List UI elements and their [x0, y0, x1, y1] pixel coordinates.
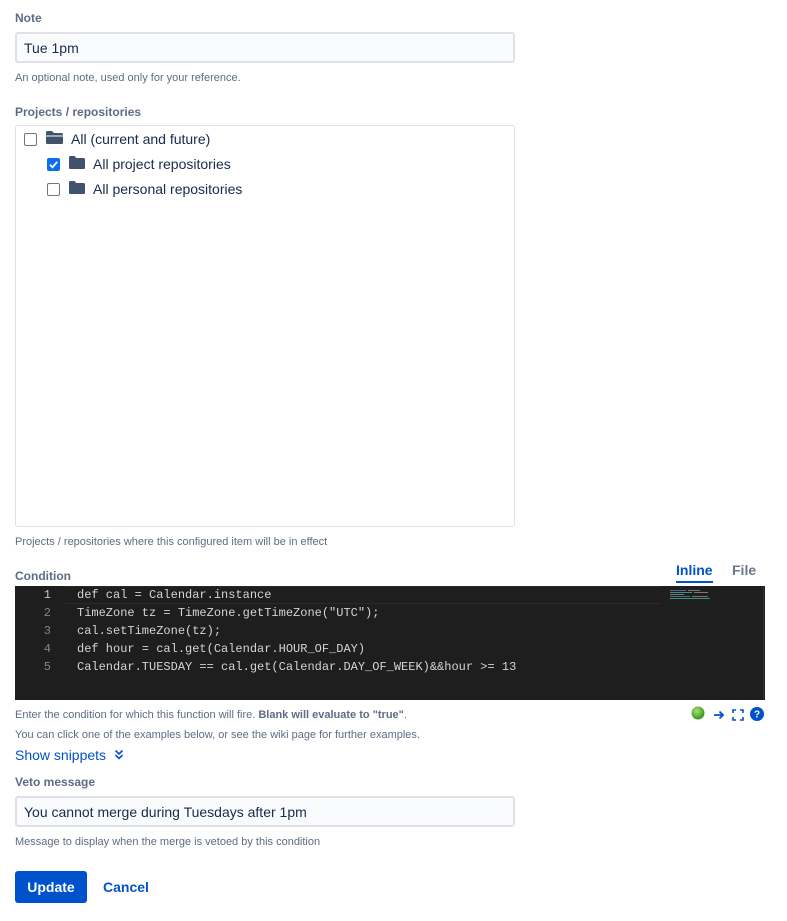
- editor-scrollbar[interactable]: [763, 586, 764, 700]
- projects-help-text: Projects / repositories where this confi…: [15, 536, 328, 548]
- cancel-button[interactable]: Cancel: [95, 871, 157, 903]
- note-input[interactable]: [15, 32, 515, 63]
- condition-help-bold: Blank will evaluate to "true": [258, 709, 404, 721]
- folder-icon: [68, 180, 86, 198]
- status-ok-icon: [691, 706, 705, 725]
- code-line: cal.setTimeZone(tz);: [77, 624, 222, 638]
- projects-tree: All (current and future) All project rep…: [15, 125, 515, 527]
- line-number: 4: [43, 642, 51, 656]
- tab-file[interactable]: File: [732, 562, 756, 581]
- checkbox-checked[interactable]: [47, 157, 60, 171]
- projects-label: Projects / repositories: [15, 105, 142, 119]
- editor-minimap[interactable]: [670, 588, 755, 600]
- tree-item-label: All project repositories: [93, 156, 231, 172]
- line-number: 5: [43, 660, 51, 674]
- veto-message-input[interactable]: [15, 796, 515, 827]
- code-line: TimeZone tz = TimeZone.getTimeZone("UTC"…: [77, 606, 380, 620]
- checkbox[interactable]: [47, 182, 60, 196]
- code-line: Calendar.TUESDAY == cal.get(Calendar.DAY…: [77, 660, 517, 674]
- note-label: Note: [15, 11, 42, 25]
- code-line: def hour = cal.get(Calendar.HOUR_OF_DAY): [77, 642, 366, 656]
- tree-item-all[interactable]: All (current and future): [24, 129, 210, 149]
- line-number: 3: [43, 624, 51, 638]
- checkbox[interactable]: [24, 132, 37, 146]
- update-button[interactable]: Update: [15, 871, 87, 903]
- tree-item-label: All personal repositories: [93, 181, 243, 197]
- note-help-text: An optional note, used only for your ref…: [15, 72, 241, 84]
- fullscreen-icon[interactable]: [732, 708, 744, 726]
- examples-help-text: You can click one of the examples below,…: [15, 729, 420, 741]
- veto-label: Veto message: [15, 775, 96, 789]
- tab-inline[interactable]: Inline: [676, 562, 713, 583]
- folder-icon: [68, 155, 86, 173]
- show-snippets-link[interactable]: Show snippets: [15, 747, 124, 763]
- line-number: 2: [43, 606, 51, 620]
- tree-item-project-repositories[interactable]: All project repositories: [47, 154, 231, 174]
- check-icon: [49, 160, 58, 169]
- chevron-double-down-icon: [114, 749, 124, 760]
- code-editor[interactable]: 1 2 3 4 5 def cal = Calendar.instance Ti…: [15, 586, 765, 700]
- folder-open-icon: [45, 130, 64, 148]
- help-icon[interactable]: ?: [750, 707, 764, 726]
- condition-help-text: Enter the condition for which this funct…: [15, 709, 407, 721]
- line-number: 1: [43, 588, 51, 602]
- condition-label: Condition: [15, 569, 71, 583]
- tree-item-label: All (current and future): [71, 131, 211, 147]
- tree-item-personal-repositories[interactable]: All personal repositories: [47, 179, 242, 199]
- current-line-highlight: [65, 586, 661, 604]
- arrow-right-icon[interactable]: [713, 708, 725, 726]
- veto-help-text: Message to display when the merge is vet…: [15, 836, 321, 848]
- svg-text:?: ?: [754, 710, 760, 721]
